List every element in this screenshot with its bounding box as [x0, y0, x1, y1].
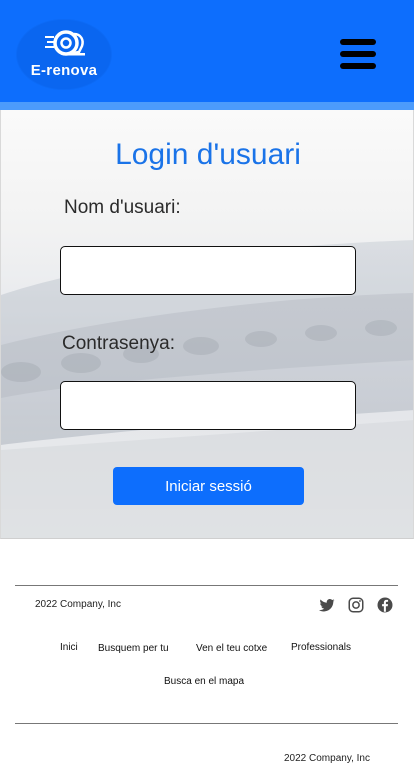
brand-logo[interactable]: E-renova	[17, 20, 111, 89]
password-input[interactable]	[60, 381, 356, 430]
header-accent-strip	[0, 102, 414, 110]
facebook-icon[interactable]	[376, 596, 394, 614]
hamburger-menu-icon[interactable]	[339, 37, 377, 71]
username-input[interactable]	[60, 246, 356, 295]
username-label: Nom d'usuari:	[64, 197, 181, 218]
footer-divider-bottom	[15, 723, 398, 724]
footer-divider-top	[15, 585, 398, 586]
car-wheel-logo-icon	[45, 30, 85, 56]
login-submit-button[interactable]: Iniciar sessió	[113, 467, 304, 505]
twitter-icon[interactable]	[318, 596, 336, 614]
top-navbar: E-renova	[0, 0, 414, 102]
login-title: Login d'usuari	[115, 138, 301, 171]
instagram-icon[interactable]	[347, 596, 365, 614]
logo-text: E-renova	[30, 62, 98, 79]
login-section: Login d'usuari Nom d'usuari: Contrasenya…	[0, 110, 414, 539]
footer-nav-busquem-per-tu[interactable]: Busquem per tu	[98, 643, 169, 654]
footer-copyright-top: 2022 Company, Inc	[35, 599, 121, 610]
footer-nav-ven-el-teu-cotxe[interactable]: Ven el teu cotxe	[196, 643, 267, 654]
footer-copyright-bottom: 2022 Company, Inc	[284, 753, 370, 764]
footer-nav-busca-en-el-mapa[interactable]: Busca en el mapa	[164, 676, 244, 687]
footer-nav-professionals[interactable]: Professionals	[291, 642, 351, 653]
footer-nav-inici[interactable]: Inici	[60, 642, 78, 653]
password-label: Contrasenya:	[62, 333, 176, 354]
